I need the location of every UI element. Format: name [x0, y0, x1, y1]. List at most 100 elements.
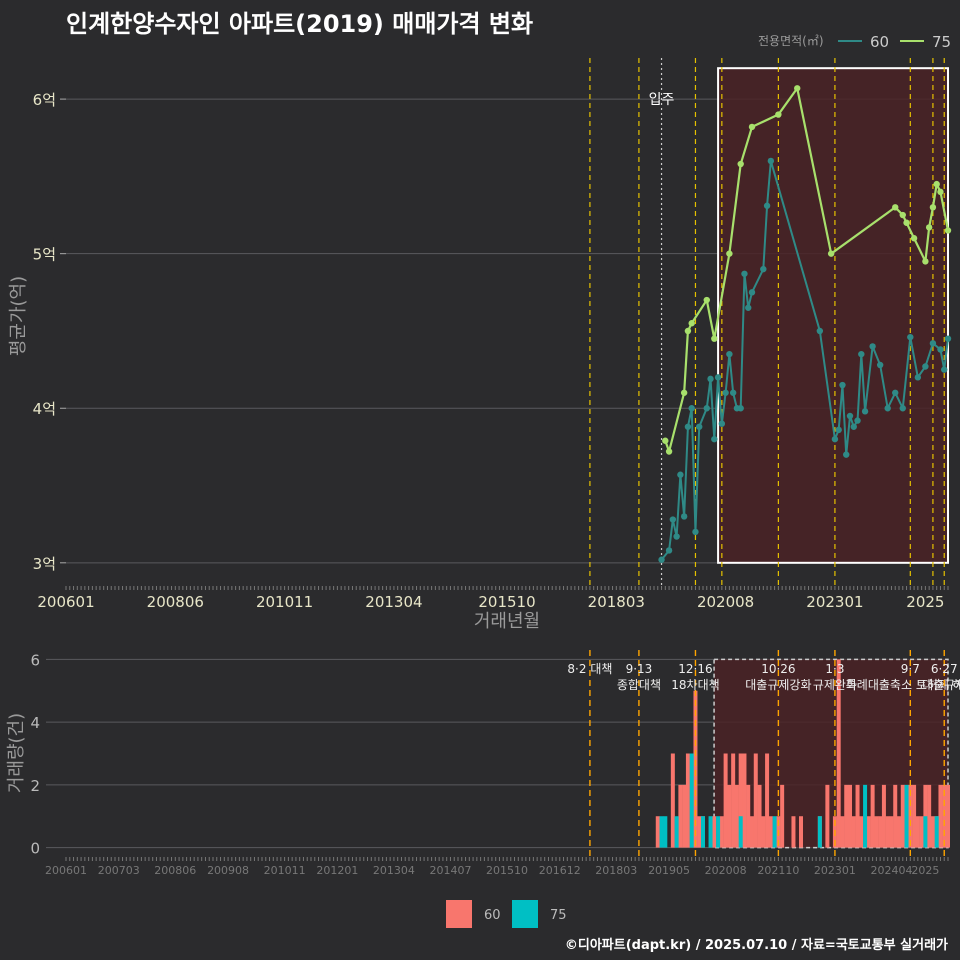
data-point-75: [794, 85, 801, 92]
bar-x-tick-label: 200703: [98, 864, 140, 877]
data-point-75: [944, 227, 952, 234]
data-point-60: [944, 335, 952, 342]
bar-60: [742, 753, 747, 848]
policy-label: 대출규제: [922, 678, 960, 692]
bar-60: [840, 816, 845, 848]
data-point-75: [903, 219, 910, 226]
bar-60: [878, 816, 883, 848]
data-point-60: [688, 405, 695, 412]
bar-x-tick-label: 200601: [45, 864, 87, 877]
policy-label: 6·27: [931, 662, 958, 676]
bar-x-tick-label: 202110: [757, 864, 799, 877]
bar-60: [844, 784, 849, 848]
data-point-75: [775, 111, 782, 118]
x-tick-label: 202301: [806, 593, 863, 611]
bar-x-tick-label: 201201: [316, 864, 358, 877]
data-point-60: [884, 405, 891, 412]
x-tick-label: 201304: [365, 593, 422, 611]
data-point-60: [707, 375, 714, 383]
data-point-60: [748, 289, 756, 296]
bar-60: [889, 816, 894, 848]
data-point-75: [910, 235, 918, 242]
bar-60: [930, 816, 935, 848]
bar-75: [659, 816, 664, 848]
data-point-60: [714, 374, 722, 381]
data-point-60: [922, 363, 929, 370]
data-point-75: [748, 123, 756, 131]
bar-60: [866, 816, 871, 848]
bar-y-axis-title: 거래량(건): [6, 713, 27, 793]
bar-x-tick-label: 202301: [814, 864, 856, 877]
data-point-60: [858, 350, 865, 358]
data-point-75: [737, 160, 744, 168]
bar-60: [780, 784, 785, 848]
data-point-60: [737, 405, 744, 412]
legend-label-60: 60: [870, 33, 889, 51]
policy-label: 10·26: [761, 662, 795, 676]
data-point-60: [692, 528, 699, 536]
bar-y-tick-label: 6: [30, 651, 40, 669]
data-point-60: [718, 420, 726, 427]
bar-75: [701, 816, 705, 848]
bar-60: [791, 816, 796, 848]
data-point-60: [835, 426, 842, 434]
data-point-60: [722, 389, 729, 396]
data-point-60: [839, 381, 846, 389]
y-tick-label: 6억: [33, 91, 56, 109]
bar-60: [938, 784, 943, 848]
bar-60: [874, 816, 879, 848]
data-point-75: [688, 320, 695, 327]
data-point-60: [665, 547, 673, 554]
bar-75: [674, 816, 679, 848]
bar-60: [734, 784, 739, 848]
data-point-60: [677, 471, 684, 478]
data-point-60: [846, 412, 854, 420]
data-point-60: [703, 405, 710, 412]
data-point-75: [827, 250, 835, 257]
bar-60: [855, 784, 860, 848]
y-tick-label: 3억: [33, 555, 56, 573]
bar-60: [727, 784, 732, 848]
data-point-60: [914, 374, 922, 381]
bar-60: [685, 753, 690, 848]
bar-60: [799, 816, 803, 848]
data-point-60: [816, 327, 824, 335]
bar-x-tick-label: 200806: [154, 864, 196, 877]
bar-60: [731, 753, 736, 848]
data-point-60: [854, 417, 861, 424]
policy-label: 12·16: [678, 662, 712, 676]
data-point-60: [726, 350, 733, 358]
footer-credit: ©디아파트(dapt.kr) / 2025.07.10 / 자료=국토교통부 실…: [564, 938, 948, 953]
bar-x-tick-label: 2025: [911, 864, 939, 877]
data-point-75: [899, 211, 906, 219]
data-point-75: [662, 437, 669, 444]
bar-75: [663, 816, 668, 848]
bar-60: [678, 784, 683, 848]
bar-x-tick-label: 202008: [705, 864, 747, 877]
bar-60: [848, 784, 852, 848]
data-point-60: [745, 304, 752, 311]
bar-75: [923, 816, 928, 848]
bar-x-tick-label: 201510: [486, 864, 528, 877]
data-point-60: [696, 423, 703, 430]
data-point-75: [925, 224, 933, 231]
x-tick-label: 202008: [697, 593, 754, 611]
data-point-60: [684, 423, 692, 430]
data-point-75: [933, 180, 940, 188]
bar-60: [946, 784, 950, 848]
bar-60: [670, 753, 675, 848]
data-point-75: [684, 327, 692, 335]
data-point-60: [831, 435, 839, 443]
bar-75: [772, 816, 777, 848]
bar-x-tick-label: 201803: [595, 864, 637, 877]
data-point-60: [937, 346, 944, 353]
bar-y-tick-label: 4: [30, 714, 40, 732]
y-axis-title: 평균가(억): [8, 276, 29, 356]
data-point-60: [763, 202, 771, 209]
policy-label: 9·7: [901, 662, 920, 676]
data-point-60: [892, 389, 899, 396]
data-point-60: [907, 333, 914, 341]
data-point-60: [669, 516, 677, 523]
legend-title: 전용면적(㎡): [758, 34, 824, 48]
x-tick-label: 200806: [147, 593, 204, 611]
